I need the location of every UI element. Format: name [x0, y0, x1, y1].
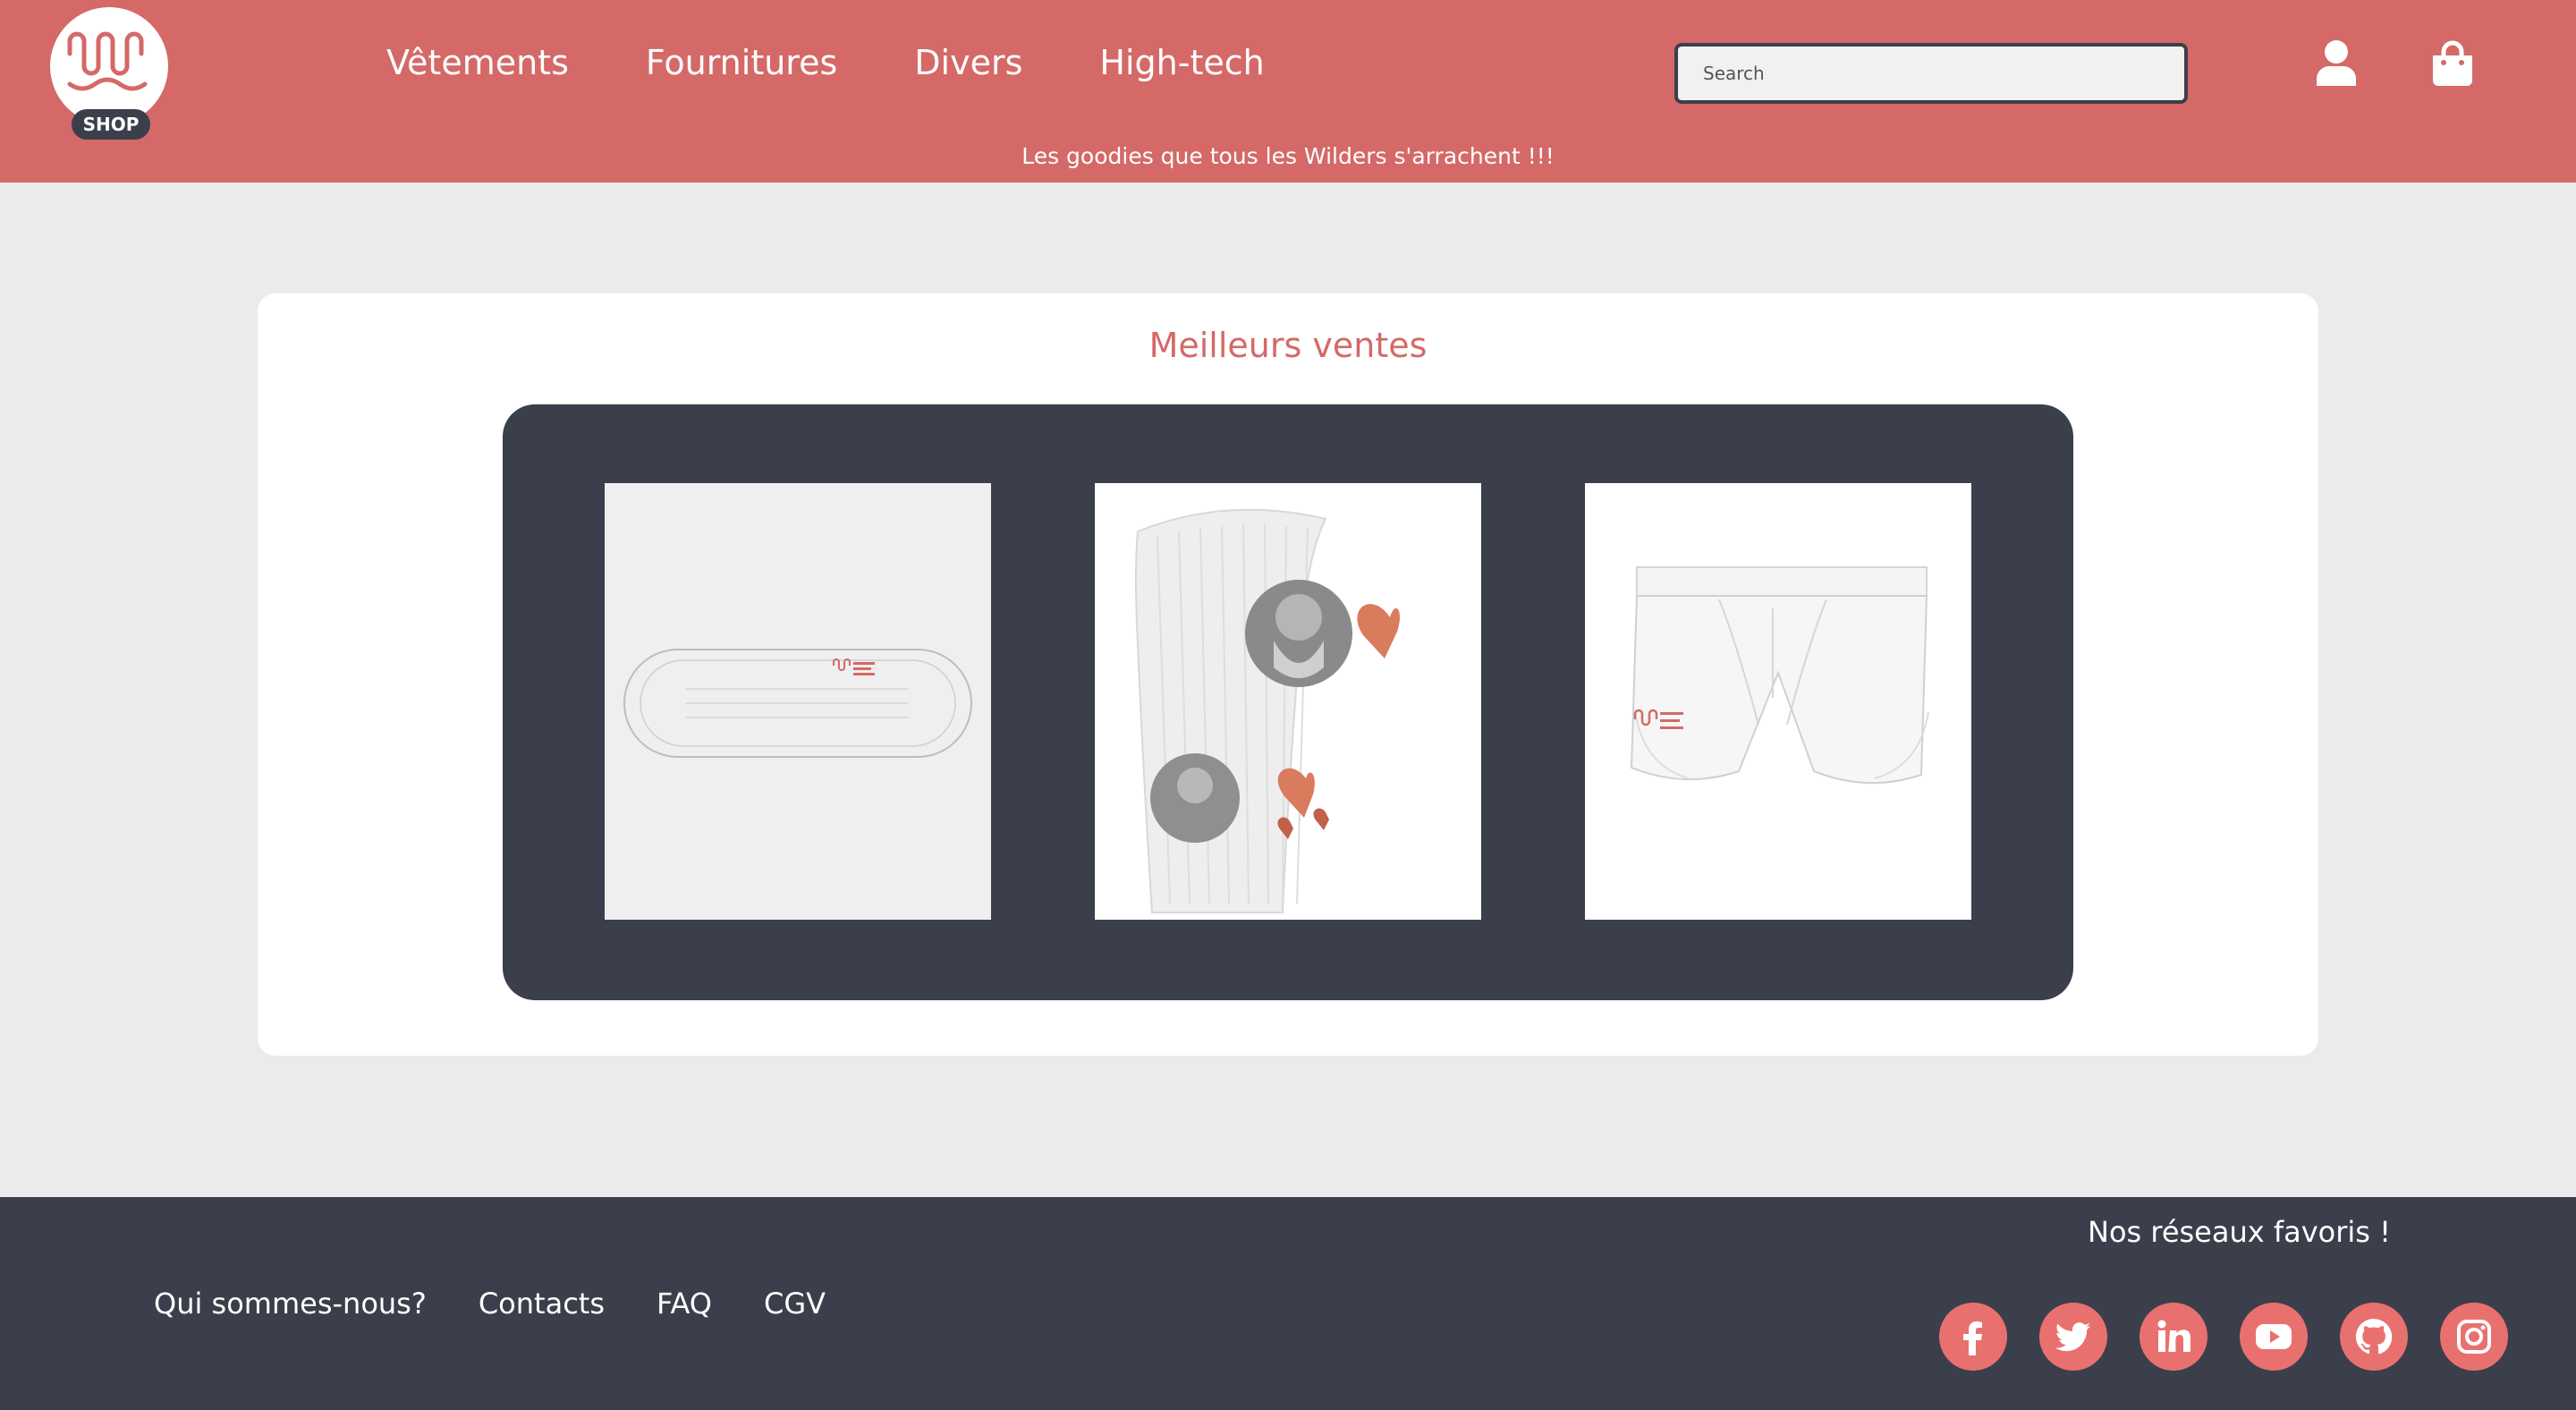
shop-logo[interactable]: SHOP [50, 7, 170, 140]
footer-link-faq[interactable]: FAQ [657, 1287, 712, 1321]
footer-link-contacts[interactable]: Contacts [479, 1287, 605, 1321]
youtube-icon[interactable] [2240, 1303, 2308, 1371]
main-nav: Vêtements Fournitures Divers High-tech [386, 41, 1265, 84]
section-title: Meilleurs ventes [1148, 326, 1428, 365]
best-sellers-card: Meilleurs ventes [258, 293, 2318, 1056]
footer-links: Qui sommes-nous? Contacts FAQ CGV [154, 1287, 826, 1321]
logo-badge: SHOP [72, 109, 150, 140]
site-header: SHOP Vêtements Fournitures Divers High-t… [0, 0, 2576, 183]
facebook-icon[interactable] [1939, 1303, 2007, 1371]
product-card-boxer[interactable] [1585, 483, 1971, 920]
footer-link-cgv[interactable]: CGV [764, 1287, 826, 1321]
github-icon[interactable] [2340, 1303, 2408, 1371]
product-card-sock[interactable] [1095, 483, 1481, 920]
product-card-mask[interactable] [605, 483, 991, 920]
tagline: Les goodies que tous les Wilders s'arrac… [1021, 143, 1555, 169]
site-footer: Qui sommes-nous? Contacts FAQ CGV Nos ré… [0, 1197, 2576, 1410]
search-input[interactable] [1674, 43, 2188, 104]
instagram-icon[interactable] [2440, 1303, 2508, 1371]
logo-circle [50, 7, 168, 125]
user-icon[interactable] [2315, 39, 2358, 88]
nav-item-divers[interactable]: Divers [914, 41, 1022, 84]
face-mask-image [605, 483, 991, 920]
nav-item-high-tech[interactable]: High-tech [1099, 41, 1264, 84]
social-title: Nos réseaux favoris ! [2088, 1215, 2391, 1249]
social-links [1939, 1303, 2508, 1371]
footer-link-about[interactable]: Qui sommes-nous? [154, 1287, 427, 1321]
sock-image [1095, 483, 1481, 920]
boxer-briefs-image [1585, 483, 1971, 920]
shopping-bag-icon[interactable] [2431, 39, 2474, 88]
nav-item-fournitures[interactable]: Fournitures [646, 41, 837, 84]
linkedin-icon[interactable] [2140, 1303, 2207, 1371]
wild-logo-icon [67, 31, 148, 91]
nav-item-vetements[interactable]: Vêtements [386, 41, 569, 84]
product-carousel [503, 404, 2073, 1000]
twitter-icon[interactable] [2039, 1303, 2107, 1371]
